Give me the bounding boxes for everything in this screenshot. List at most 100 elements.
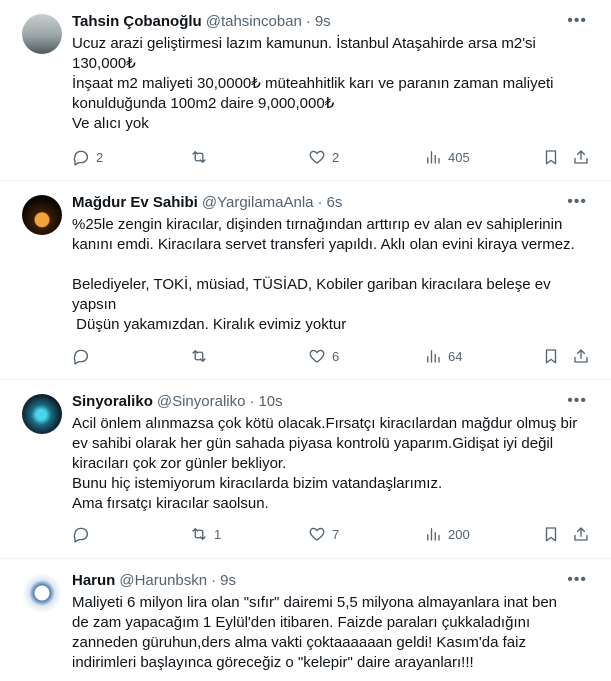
reply-button[interactable]: 2 (72, 148, 103, 166)
reply-button[interactable] (72, 347, 96, 365)
view-count: 405 (448, 149, 470, 165)
like-button[interactable]: 6 (308, 347, 339, 365)
more-icon[interactable]: ••• (567, 194, 587, 210)
more-icon[interactable]: ••• (567, 572, 587, 588)
tweet-header: Harun @Harunbskn · 9s (72, 571, 595, 591)
author-handle[interactable]: @Sinyoraliko (157, 392, 246, 412)
tweet-text-line: konulduğunda 100m2 daire 9,000,000₺ (72, 95, 335, 112)
retweet-button[interactable] (190, 148, 214, 166)
tweet-actions: 1 7 200 (72, 524, 595, 544)
view-count: 64 (448, 348, 463, 364)
views-icon (427, 528, 440, 541)
retweet-icon (192, 528, 206, 540)
tweet-text-line: Ucuz arazi geliştirmesi lazım kamunun. İ… (72, 35, 536, 52)
author-name[interactable]: Harun (72, 571, 115, 591)
bookmark-icon (545, 150, 557, 165)
avatar[interactable] (22, 573, 62, 613)
tweet[interactable]: Tahsin Çobanoğlu @tahsincoban · 9s ••• U… (0, 0, 611, 181)
separator-dot: · (305, 13, 311, 30)
share-icon (574, 150, 588, 164)
view-count: 200 (448, 526, 470, 542)
tweet-text-line: Bunu hiç istemiyorum kiracılarda bizim v… (72, 475, 443, 492)
tweet-text-line: 130,000₺ (72, 55, 136, 72)
reply-button[interactable] (72, 525, 96, 543)
like-icon (309, 150, 325, 164)
tweet[interactable]: Mağdur Ev Sahibi @YargilamaAnla · 6s •••… (0, 181, 611, 380)
like-count: 6 (332, 348, 340, 364)
tweet-header: Tahsin Çobanoğlu @tahsincoban · 9s (72, 12, 595, 32)
avatar[interactable] (22, 14, 62, 54)
tweet-actions: 6 64 (72, 346, 595, 366)
views-button[interactable]: 405 (424, 148, 470, 166)
more-icon[interactable]: ••• (567, 393, 587, 409)
share-button[interactable] (572, 347, 590, 365)
reply-icon (73, 527, 89, 543)
bookmark-button[interactable] (542, 525, 560, 543)
like-icon (309, 349, 325, 363)
tweet-text-line: yapsın (72, 296, 117, 313)
bookmark-button[interactable] (542, 148, 560, 166)
tweet[interactable]: Harun @Harunbskn · 9s ••• Maliyeti 6 mil… (0, 559, 611, 681)
separator-dot: · (211, 572, 217, 589)
timeline-feed: Tahsin Çobanoğlu @tahsincoban · 9s ••• U… (0, 0, 611, 681)
tweet-text-line: Ama fırsatçı kiracılar saolsun. (72, 495, 269, 512)
tweet-header: Sinyoraliko @Sinyoraliko · 10s (72, 392, 595, 412)
tweet-text-line: Belediyeler, TOKİ, müsiad, TÜSİAD, Kobil… (72, 276, 551, 293)
reply-icon (73, 349, 89, 365)
retweet-icon (192, 151, 206, 163)
tweet-actions: 2 2 405 (72, 147, 595, 167)
separator-dot: · (317, 194, 323, 211)
reply-count: 2 (96, 149, 104, 165)
views-button[interactable]: 64 (424, 347, 462, 365)
tweet-text-line: Düşün yakamızdan. Kiralık evimiz yoktur (72, 316, 347, 333)
timestamp[interactable]: 6s (327, 193, 343, 213)
retweet-button[interactable] (190, 347, 214, 365)
tweet-text-line: Ve alıcı yok (72, 115, 149, 132)
avatar[interactable] (22, 195, 62, 235)
views-icon (427, 151, 440, 164)
author-handle[interactable]: @YargilamaAnla (202, 193, 314, 213)
like-button[interactable]: 7 (308, 525, 339, 543)
like-button[interactable]: 2 (308, 148, 339, 166)
tweet-text: Acil önlem alınmazsa çok kötü olacak.Fır… (72, 414, 595, 514)
like-count: 2 (332, 149, 340, 165)
more-icon[interactable]: ••• (567, 13, 587, 29)
tweet-text-line: kanını emdi. Kiracılara servet transferi… (72, 236, 575, 253)
tweet-text-line: İnşaat m2 maliyeti 30,0000₺ müteahhitlik… (72, 75, 554, 92)
author-handle[interactable]: @tahsincoban (206, 12, 302, 32)
retweet-button[interactable]: 1 (190, 525, 221, 543)
tweet-text-line: indirimleri başlayınca göreceğiz o "kele… (72, 654, 474, 671)
tweet-text-line (72, 255, 595, 275)
like-count: 7 (332, 526, 340, 542)
tweet-text-line: Maliyeti 6 milyon lira olan "sıfır" dair… (72, 594, 558, 611)
separator-dot: · (249, 393, 255, 410)
tweet-text: Ucuz arazi geliştirmesi lazım kamunun. İ… (72, 34, 595, 134)
share-button[interactable] (572, 148, 590, 166)
share-icon (574, 527, 588, 541)
tweet-header: Mağdur Ev Sahibi @YargilamaAnla · 6s (72, 193, 595, 213)
tweet-text-line: de zam yapacağım 1 Eylül'den itibaren. F… (72, 614, 531, 631)
tweet-text: %25le zengin kiracılar, dişinden tırnağı… (72, 215, 595, 335)
timestamp[interactable]: 9s (315, 12, 331, 32)
reply-icon (73, 150, 89, 166)
author-name[interactable]: Sinyoraliko (72, 392, 153, 412)
views-button[interactable]: 200 (424, 525, 470, 543)
bookmark-icon (545, 349, 557, 364)
share-icon (574, 349, 588, 363)
author-handle[interactable]: @Harunbskn (119, 571, 207, 591)
tweet-text-line: zanneden güruhun,ders alma vakti çoktaaa… (72, 634, 526, 651)
bookmark-button[interactable] (542, 347, 560, 365)
tweet-text-line: Acil önlem alınmazsa çok kötü olacak.Fır… (72, 415, 578, 432)
share-button[interactable] (572, 525, 590, 543)
tweet-text: Maliyeti 6 milyon lira olan "sıfır" dair… (72, 593, 595, 673)
timestamp[interactable]: 10s (258, 392, 282, 412)
timestamp[interactable]: 9s (220, 571, 236, 591)
avatar[interactable] (22, 394, 62, 434)
tweet-text-line: kiracıları çok zor günler bekliyor. (72, 455, 287, 472)
author-name[interactable]: Mağdur Ev Sahibi (72, 193, 198, 213)
retweet-count: 1 (214, 526, 222, 542)
like-icon (309, 527, 325, 541)
tweet[interactable]: Sinyoraliko @Sinyoraliko · 10s ••• Acil … (0, 380, 611, 559)
tweet-text-line: %25le zengin kiracılar, dişinden tırnağı… (72, 216, 563, 233)
author-name[interactable]: Tahsin Çobanoğlu (72, 12, 202, 32)
